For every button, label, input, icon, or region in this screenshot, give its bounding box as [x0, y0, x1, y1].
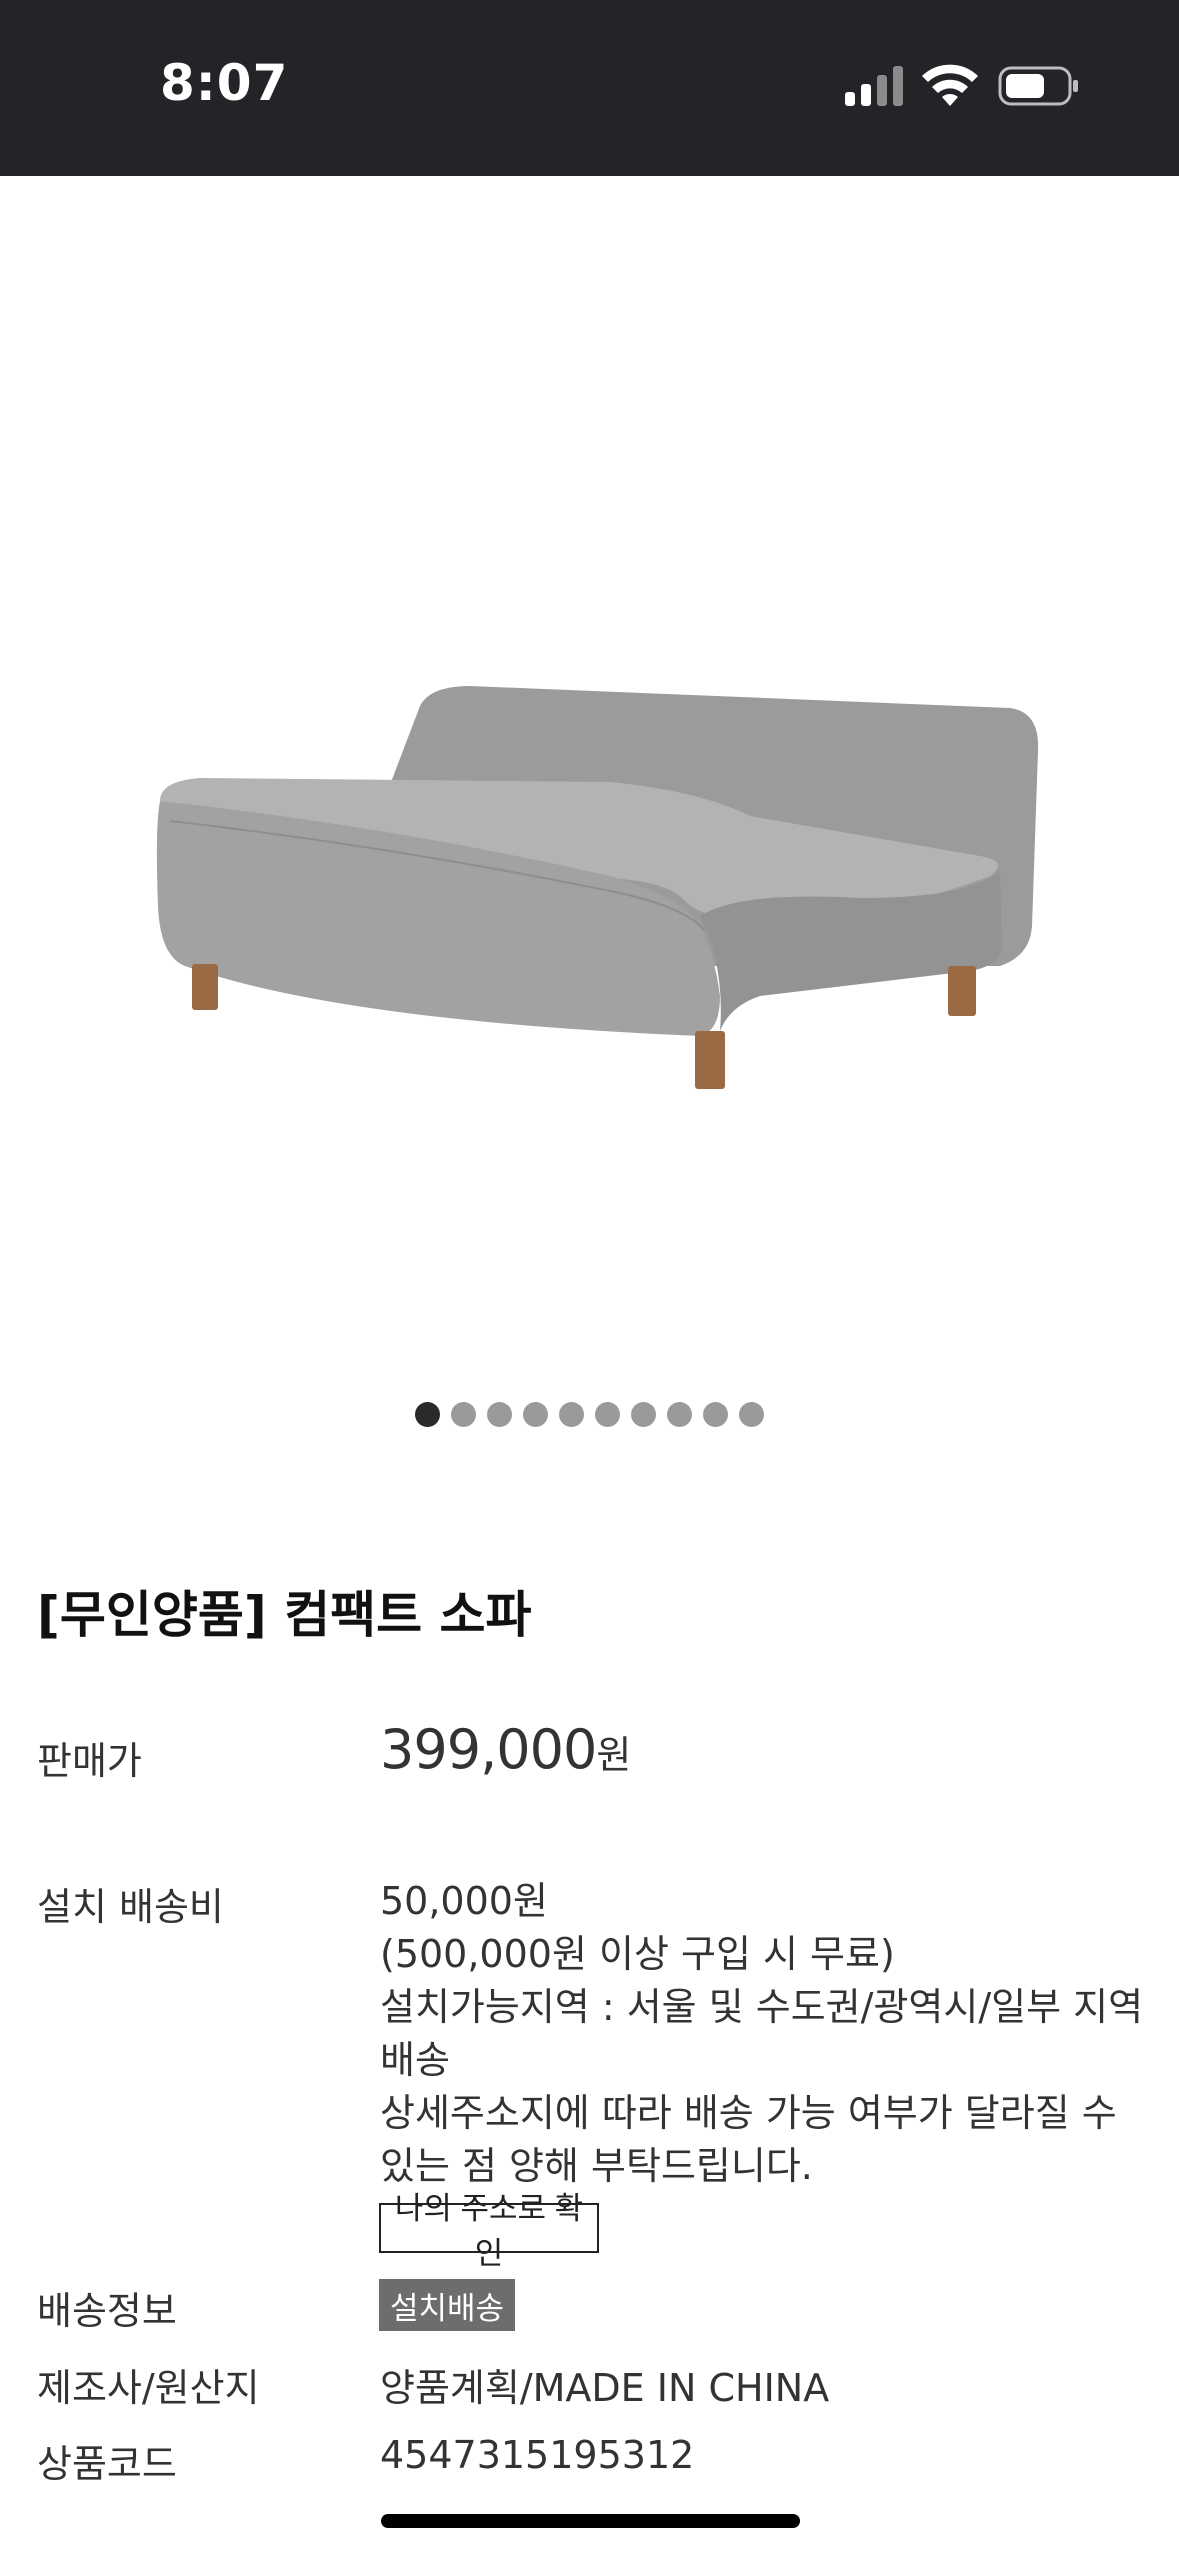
price-value: 399,000원: [380, 1718, 631, 1781]
product-code-value: 4547315195312: [380, 2433, 695, 2477]
delivery-info-label: 배송정보: [37, 2289, 177, 2333]
home-indicator[interactable]: [381, 2514, 800, 2528]
status-time: 8:07: [160, 54, 289, 112]
cellular-signal-icon: [845, 66, 903, 106]
shipping-fee-details: 50,000원 (500,000원 이상 구입 시 무료) 설치가능지역 : 서…: [380, 1875, 1150, 2193]
carousel-dot-3[interactable]: [487, 1402, 512, 1427]
wifi-icon: [922, 64, 978, 106]
shipping-available-region: 설치가능지역 : 서울 및 수도권/광역시/일부 지역배송: [380, 1985, 1144, 2082]
shipping-fee-amount: 50,000원: [380, 1879, 548, 1923]
product-title: [무인양품] 컴팩트 소파: [37, 1586, 532, 1644]
carousel-dot-5[interactable]: [559, 1402, 584, 1427]
carousel-dot-1[interactable]: [415, 1402, 440, 1427]
carousel-dot-6[interactable]: [595, 1402, 620, 1427]
product-image-carousel[interactable]: [0, 176, 1179, 1406]
check-my-address-button[interactable]: 나의 주소로 확인: [379, 2191, 599, 2271]
price-amount: 399,000: [380, 1718, 597, 1781]
carousel-dot-4[interactable]: [523, 1402, 548, 1427]
shipping-free-condition: (500,000원 이상 구입 시 무료): [380, 1932, 895, 1976]
carousel-dot-8[interactable]: [667, 1402, 692, 1427]
carousel-pagination: [0, 1402, 1179, 1432]
carousel-dot-9[interactable]: [703, 1402, 728, 1427]
status-bar: 8:07: [0, 0, 1179, 176]
manufacturer-label: 제조사/원산지: [37, 2366, 260, 2410]
carousel-dot-7[interactable]: [631, 1402, 656, 1427]
price-label: 판매가: [37, 1739, 142, 1783]
shipping-address-notice: 상세주소지에 따라 배송 가능 여부가 달라질 수 있는 점 양해 부탁드립니다…: [380, 2091, 1117, 2188]
carousel-dot-10[interactable]: [739, 1402, 764, 1427]
carousel-dot-2[interactable]: [451, 1402, 476, 1427]
manufacturer-value: 양품계획/MADE IN CHINA: [380, 2366, 830, 2410]
shipping-fee-label: 설치 배송비: [37, 1885, 224, 1929]
product-image-sofa: [156, 686, 1039, 1089]
product-code-label: 상품코드: [37, 2442, 177, 2486]
battery-icon: [998, 66, 1078, 106]
delivery-type-badge: 설치배송: [379, 2279, 515, 2331]
price-unit: 원: [596, 1733, 632, 1777]
